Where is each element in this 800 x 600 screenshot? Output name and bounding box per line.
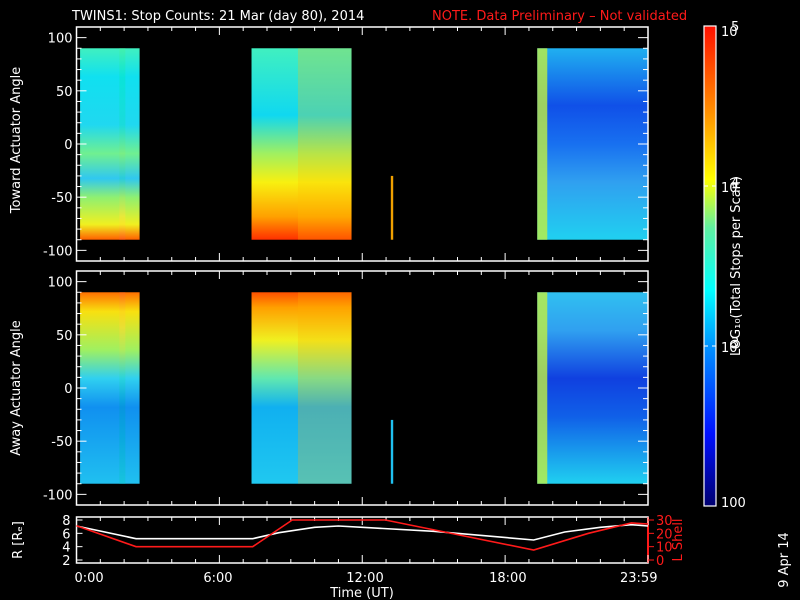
band-overlay [297, 48, 352, 240]
y-tick-label: 0 [64, 138, 72, 153]
band-overlay [297, 292, 352, 484]
y-tick-label: 100 [48, 276, 73, 291]
band-stripe [119, 292, 126, 484]
plot-title: TWINS1: Stop Counts: 21 Mar (day 80), 20… [71, 9, 364, 24]
toward-ylabel: Toward Actuator Angle [9, 67, 24, 214]
x-tick-label: 18:00 [489, 571, 526, 586]
r-series-line [76, 523, 649, 541]
colorbar-label: LOG₁₀(Total Stops per Scan) [729, 176, 744, 356]
x-tick-label: 12:00 [346, 571, 383, 586]
x-tick-label: 0:00 [75, 571, 104, 586]
colorbar-tick-exp: 5 [731, 20, 739, 35]
r-ylabel: R [Rₑ] [11, 521, 26, 559]
coverage-block [80, 48, 140, 240]
y-tick-label: -100 [43, 488, 73, 503]
side-date: 9 Apr 14 [777, 532, 792, 588]
y-tick-label: -50 [51, 191, 72, 206]
y-tick-label: 50 [56, 85, 73, 100]
y-tick-label: 50 [56, 329, 73, 344]
band-stripe [537, 48, 548, 240]
time-xlabel: Time (UT) [329, 586, 394, 600]
away-ylabel: Away Actuator Angle [9, 320, 24, 455]
away-angle-panel: 100 50 0 -50 -100 [43, 270, 649, 506]
coverage-block [80, 292, 140, 484]
y-tick-label: -100 [43, 244, 73, 259]
colorbar-tick-base: 100 [721, 496, 746, 511]
lshell-ylabel: L Shell [671, 518, 686, 561]
lshell-tick-label: 0 [656, 554, 664, 569]
data-spike [390, 175, 394, 240]
toward-angle-panel: 100 50 0 -50 -100 [43, 26, 649, 262]
colorbar-gradient [703, 25, 717, 507]
band-stripe [119, 48, 126, 240]
x-tick-label: 6:00 [203, 571, 232, 586]
y-tick-label: 0 [64, 382, 72, 397]
coverage-block [537, 48, 648, 240]
y-tick-label: 100 [48, 32, 73, 47]
data-spike [390, 419, 394, 484]
twins-stop-counts-plot: TWINS1: Stop Counts: 21 Mar (day 80), 20… [9, 9, 792, 600]
x-tick-label: 23:59 [620, 571, 657, 586]
coverage-block [537, 292, 648, 484]
preliminary-note: NOTE. Data Preliminary – Not validated [432, 9, 687, 24]
band-stripe [537, 292, 548, 484]
r-tick-label: 2 [62, 554, 70, 569]
orbit-panel: 0:00 6:00 12:00 18:00 23:5986423020100 [62, 514, 672, 586]
y-tick-label: -50 [51, 435, 72, 450]
